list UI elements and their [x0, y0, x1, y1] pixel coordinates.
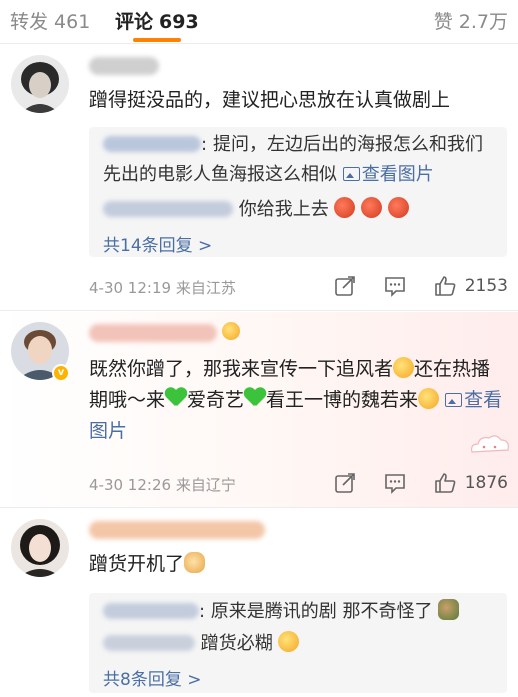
- green-heart-icon: [165, 388, 187, 408]
- comment-item: v 既然你蹭了，那我来宣传一下追风者 还在热播期哦～来 爱奇艺 看王一博的魏若来 查看…: [0, 312, 518, 508]
- username[interactable]: [89, 57, 159, 75]
- reply-item: 蹭货必糊: [103, 629, 300, 659]
- comment-actions: 2153: [307, 273, 508, 299]
- reply-text: 你给我上去: [238, 199, 329, 220]
- view-image-link[interactable]: 查看图片: [342, 164, 434, 185]
- reply-box[interactable]: : 提问，左边后出的海报怎么和我们先出的电影人鱼海报这么相似 查看图片 你给我上…: [89, 127, 507, 257]
- angry-emoji-icon: [334, 197, 356, 218]
- cloud-sticker-icon: [471, 435, 509, 453]
- doge-emoji-icon: [184, 552, 206, 573]
- username[interactable]: [89, 521, 265, 539]
- reply-text-wrap: 提问，左边后出的海报怎么和我们先出的电影人鱼海报这么相似 查看图片: [103, 130, 495, 190]
- comment-item: 蹭得挺没品的，建议把心思放在认真做剧上 : 提问，左边后出的海报怎么和我们先出的…: [0, 45, 518, 311]
- tab-reposts-label: 转发: [10, 11, 49, 33]
- avatar[interactable]: [11, 55, 69, 113]
- grin-emoji-icon: [418, 388, 440, 409]
- character-emoji-icon: [438, 599, 460, 620]
- green-heart-icon: [244, 388, 266, 408]
- tab-likes-label: 赞: [433, 11, 453, 33]
- active-tab-indicator: [133, 38, 181, 42]
- tab-likes-count: 2.7万: [458, 11, 508, 33]
- member-badge-icon: [222, 322, 240, 340]
- comment-text: 蹭货开机了: [89, 549, 507, 580]
- like-icon[interactable]: [433, 471, 457, 495]
- username[interactable]: [89, 324, 217, 342]
- tab-reposts[interactable]: 转发 461: [10, 7, 90, 34]
- view-image-label: 查看图片: [361, 164, 434, 185]
- verified-badge-icon: v: [52, 364, 70, 382]
- tab-likes[interactable]: 赞 2.7万: [434, 7, 508, 34]
- angry-emoji-icon: [387, 197, 409, 218]
- repost-icon[interactable]: [333, 471, 357, 495]
- grin-emoji-icon: [393, 357, 415, 378]
- comment-time: 4-30 12:26: [89, 476, 172, 494]
- reply-item: 你给我上去: [103, 195, 409, 225]
- comment-icon[interactable]: [383, 274, 407, 298]
- like-icon[interactable]: [433, 274, 457, 298]
- comment-item: 蹭货开机了 : 原来是腾讯的剧 那不奇怪了 蹭货必糊 共8条回复 >: [0, 509, 518, 697]
- picture-icon: [445, 393, 463, 407]
- tab-reposts-count: 461: [54, 11, 91, 33]
- reply-item: : 原来是腾讯的剧 那不奇怪了: [103, 597, 460, 627]
- comment-meta: 4-30 12:19 来自江苏: [89, 277, 236, 298]
- comment-text-part: 蹭货开机了: [89, 553, 185, 575]
- angry-emoji-icon: [361, 197, 383, 218]
- reply-text: 原来是腾讯的剧 那不奇怪了: [210, 601, 433, 622]
- reply-username[interactable]: [103, 635, 195, 651]
- tab-comments[interactable]: 评论 693: [115, 7, 199, 34]
- reply-username[interactable]: [103, 603, 199, 619]
- more-replies-link[interactable]: 共8条回复 >: [103, 665, 201, 690]
- comment-text-part: 看王一博的魏若来: [266, 389, 419, 411]
- tab-comments-label: 评论: [115, 11, 154, 33]
- comment-text-part: 既然你蹭了，那我来宣传一下追风者: [89, 358, 394, 380]
- comment-actions: 1876: [307, 470, 508, 496]
- picture-icon: [342, 167, 360, 181]
- avatar[interactable]: [11, 519, 69, 577]
- comment-text: 蹭得挺没品的，建议把心思放在认真做剧上: [89, 89, 451, 111]
- comment-source: 来自江苏: [175, 279, 236, 297]
- tab-comments-count: 693: [159, 11, 199, 33]
- comment-meta: 4-30 12:26 来自辽宁: [89, 474, 236, 495]
- surprised-emoji-icon: [278, 631, 300, 652]
- reply-username[interactable]: [103, 201, 233, 217]
- like-count: 1876: [464, 473, 508, 493]
- comment-source: 来自辽宁: [175, 476, 236, 494]
- reply-box[interactable]: : 原来是腾讯的剧 那不奇怪了 蹭货必糊 共8条回复 >: [89, 593, 507, 693]
- comment-text: 既然你蹭了，那我来宣传一下追风者 还在热播期哦～来 爱奇艺 看王一博的魏若来 查看图片: [89, 354, 507, 447]
- comment-text-part: 爱奇艺: [187, 389, 245, 411]
- like-count: 2153: [464, 276, 508, 296]
- comment-time: 4-30 12:19: [89, 279, 172, 297]
- reply-text: 蹭货必糊: [200, 633, 273, 654]
- comment-icon[interactable]: [383, 471, 407, 495]
- more-replies-link[interactable]: 共14条回复 >: [103, 231, 212, 256]
- repost-icon[interactable]: [333, 274, 357, 298]
- comment-tabs: 转发 461 评论 693 赞 2.7万: [0, 0, 518, 44]
